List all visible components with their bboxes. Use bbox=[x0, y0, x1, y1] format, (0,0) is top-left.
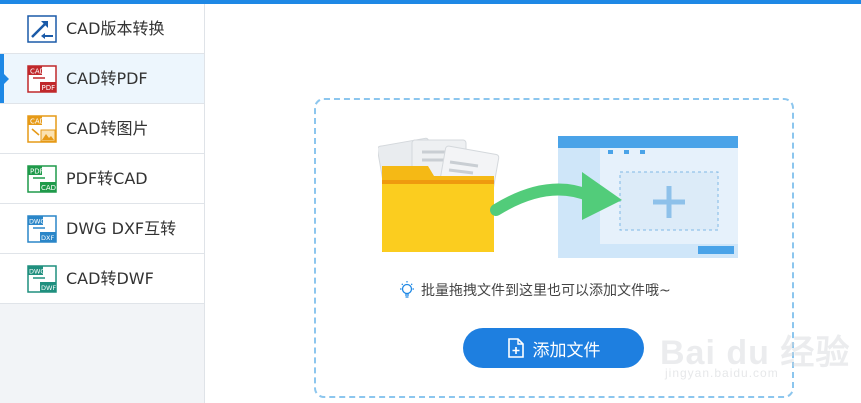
svg-text:DXF: DXF bbox=[41, 234, 54, 242]
sidebar-item-label: DWG DXF互转 bbox=[66, 219, 177, 238]
drag-files-illustration bbox=[378, 136, 738, 258]
add-file-button-label: 添加文件 bbox=[532, 340, 601, 361]
sidebar-item-label: CAD转PDF bbox=[66, 69, 148, 88]
watermark-url: jingyan.baidu.com bbox=[665, 366, 779, 380]
sidebar-item-label: PDF转CAD bbox=[66, 169, 148, 188]
sidebar-item-cad-version-convert[interactable]: CAD版本转换 bbox=[0, 4, 204, 54]
pdf-to-cad-icon: PDF CAD bbox=[27, 165, 57, 193]
svg-text:CAD: CAD bbox=[30, 68, 45, 76]
svg-text:PDF: PDF bbox=[30, 168, 44, 176]
svg-text:CAD: CAD bbox=[41, 184, 56, 192]
svg-text:DWF: DWF bbox=[41, 284, 56, 292]
add-file-icon bbox=[507, 338, 524, 358]
sidebar-item-label: CAD转图片 bbox=[66, 119, 149, 138]
baidu-watermark: Bai du 经验 jingyan.baidu.com bbox=[660, 300, 860, 400]
svg-text:DWG: DWG bbox=[29, 268, 45, 276]
dwg-dxf-convert-icon: DWG DXF bbox=[27, 215, 57, 243]
sidebar-item-cad-to-image[interactable]: CAD CAD转图片 bbox=[0, 104, 204, 154]
add-file-button[interactable]: 添加文件 bbox=[463, 328, 644, 368]
sidebar-item-label: CAD转DWF bbox=[66, 269, 154, 288]
sidebar-item-cad-to-dwf[interactable]: DWG DWF CAD转DWF bbox=[0, 254, 204, 304]
sidebar-item-pdf-to-cad[interactable]: PDF CAD PDF转CAD bbox=[0, 154, 204, 204]
cad-to-image-icon: CAD bbox=[27, 115, 57, 143]
sidebar: CAD版本转换 CAD PDF CAD转PDF CAD CAD转图片 PDF C… bbox=[0, 4, 205, 403]
cad-version-convert-icon bbox=[27, 15, 57, 43]
sidebar-item-cad-to-pdf[interactable]: CAD PDF CAD转PDF bbox=[0, 54, 204, 104]
svg-text:PDF: PDF bbox=[42, 84, 56, 92]
svg-text:DWG: DWG bbox=[29, 218, 45, 226]
cad-to-dwf-icon: DWG DWF bbox=[27, 265, 57, 293]
folder-icon bbox=[382, 166, 494, 252]
hint-text: 批量拖拽文件到这里也可以添加文件哦~ bbox=[421, 283, 671, 299]
cad-to-pdf-icon: CAD PDF bbox=[27, 65, 57, 93]
drag-hint: 批量拖拽文件到这里也可以添加文件哦~ bbox=[398, 279, 671, 301]
sidebar-item-label: CAD版本转换 bbox=[66, 19, 165, 38]
sidebar-item-dwg-dxf-convert[interactable]: DWG DXF DWG DXF互转 bbox=[0, 204, 204, 254]
svg-text:CAD: CAD bbox=[30, 118, 45, 126]
lightbulb-icon bbox=[400, 281, 414, 298]
